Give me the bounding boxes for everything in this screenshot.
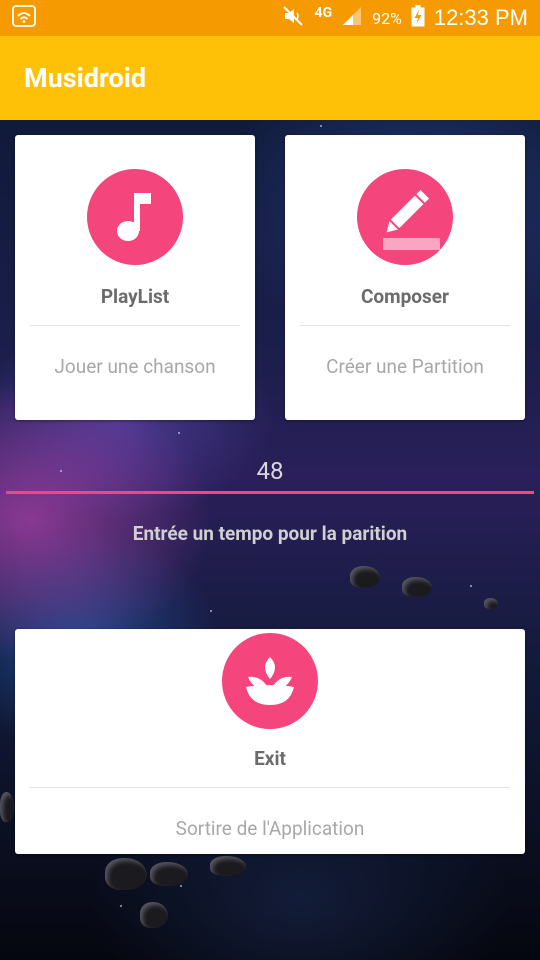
signal-icon <box>341 5 363 31</box>
card-divider <box>30 787 510 788</box>
asteroid <box>210 856 246 876</box>
composer-card[interactable]: Composer Créer une Partition <box>285 135 525 420</box>
star <box>120 905 122 907</box>
composer-title: Composer <box>360 285 449 308</box>
star <box>320 125 322 127</box>
app-bar: Musidroid <box>0 36 540 120</box>
asteroid <box>105 858 147 890</box>
asteroid <box>0 792 14 822</box>
asteroid <box>140 902 168 928</box>
star <box>210 610 212 612</box>
music-note-icon <box>87 169 183 265</box>
playlist-subtitle: Jouer une chanson <box>54 355 216 378</box>
asteroid <box>350 566 380 588</box>
notification-app-icon <box>12 5 36 31</box>
asteroid <box>484 598 498 609</box>
composer-subtitle: Créer une Partition <box>326 355 484 378</box>
exit-card[interactable]: Exit Sortire de l'Application <box>15 629 525 854</box>
exit-subtitle: Sortire de l'Application <box>175 817 365 840</box>
app-title: Musidroid <box>24 62 147 94</box>
asteroid <box>150 862 188 886</box>
lotus-icon <box>222 633 318 729</box>
battery-percent: 92% <box>372 8 402 28</box>
asteroid <box>402 577 432 597</box>
star <box>178 432 180 434</box>
battery-charging-icon <box>411 5 425 31</box>
pencil-icon <box>357 169 453 265</box>
tempo-hint: Entrée un tempo pour la parition <box>132 522 408 545</box>
tempo-input[interactable] <box>6 450 534 494</box>
exit-title: Exit <box>254 747 286 770</box>
card-divider <box>300 325 510 326</box>
star <box>470 585 472 587</box>
star <box>180 885 182 887</box>
clock: 12:33 PM <box>433 5 528 30</box>
playlist-card[interactable]: PlayList Jouer une chanson <box>15 135 255 420</box>
card-divider <box>30 325 240 326</box>
mute-icon <box>282 5 306 31</box>
network-type: 4G <box>314 5 333 21</box>
status-bar: 4G 92% 12:33 PM <box>0 0 540 36</box>
screen: 4G 92% 12:33 PM Musidroid PlayList Jouer… <box>0 0 540 960</box>
playlist-title: PlayList <box>100 285 170 308</box>
